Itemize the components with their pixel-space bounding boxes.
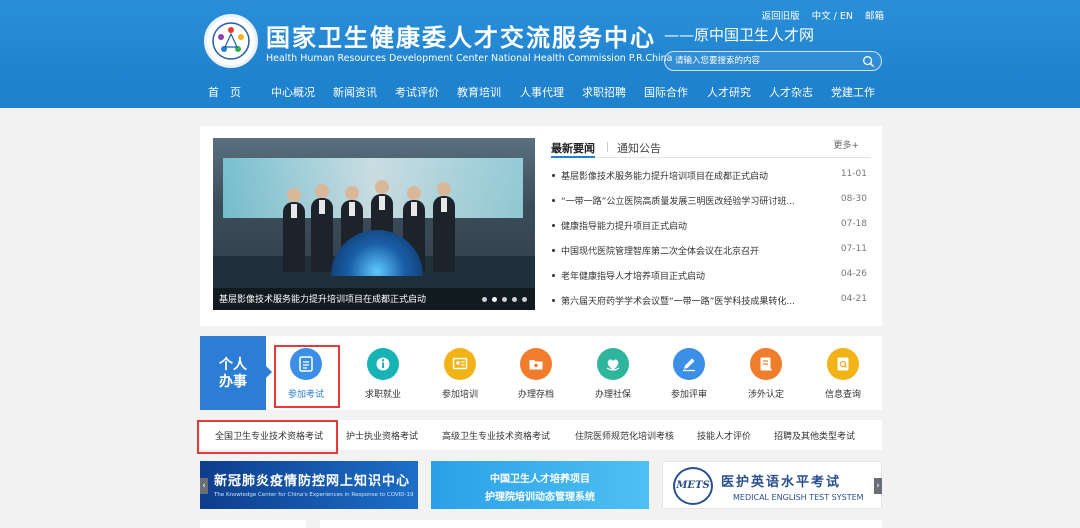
service-label: 参加培训 xyxy=(441,390,478,400)
tab-nurse-license-exam[interactable]: 护士执业资格考试 xyxy=(346,429,418,442)
mets-banner-title: 医护英语水平考试 xyxy=(721,475,842,490)
nav-about[interactable]: 中心概况 xyxy=(271,84,315,100)
mailbox-link[interactable]: 邮箱 xyxy=(865,8,884,22)
carousel-dot-active[interactable] xyxy=(492,297,497,302)
service-review[interactable]: 参加评审 xyxy=(659,348,719,408)
news-item[interactable]: 健康指导能力提升项目正式启动 07-18 xyxy=(551,219,871,233)
old-version-link[interactable]: 返回旧版 xyxy=(762,8,800,22)
person-figure xyxy=(311,184,333,272)
service-label: 求职就业 xyxy=(364,390,401,400)
person-figure xyxy=(433,182,455,272)
service-label: 参加考试 xyxy=(287,390,324,400)
service-label: 涉外认定 xyxy=(747,390,784,400)
person-figure xyxy=(283,188,305,272)
covid-banner-subtitle: The Knowledge Center for China's Experie… xyxy=(214,492,414,498)
tab-resident-training-exam[interactable]: 住院医师规范化培训考核 xyxy=(575,429,674,442)
carousel-dot[interactable] xyxy=(512,297,517,302)
news-panel: 最新要闻 通知公告 更多+ 基层影像技术服务能力提升培训项目在成都正式启动 11-… xyxy=(551,138,871,318)
service-label: 信息查询 xyxy=(824,390,861,400)
nursing-banner-line2: 护理院培训动态管理系统 xyxy=(485,492,595,503)
service-info-query[interactable]: 信息查询 xyxy=(813,348,873,408)
service-label: 办理存档 xyxy=(517,390,554,400)
mets-logo: METS xyxy=(673,467,713,505)
service-exams[interactable]: 参加考试 xyxy=(276,348,336,408)
lower-card-edge xyxy=(320,520,882,528)
carousel-caption-text: 基层影像技术服务能力提升培训项目在成都正式启动 xyxy=(219,295,427,305)
service-social-security[interactable]: 办理社保 xyxy=(583,348,643,408)
news-item[interactable]: 基层影像技术服务能力提升培训项目在成都正式启动 11-01 xyxy=(551,169,871,183)
search-input[interactable] xyxy=(675,54,855,68)
tab-recruitment-exams[interactable]: 招聘及其他类型考试 xyxy=(774,429,855,442)
nursing-training-banner[interactable]: 中国卫生人才培养项目 护理院培训动态管理系统 xyxy=(431,461,649,509)
site-header: 国家卫生健康委人才交流服务中心 Health Human Resources D… xyxy=(0,0,1080,108)
news-item[interactable]: “一带一路”公立医院高质量发展三明医改经验学习研讨班... 08-30 xyxy=(551,194,871,208)
site-title: 国家卫生健康委人才交流服务中心 xyxy=(266,24,656,52)
archive-icon xyxy=(520,348,552,380)
lower-card-edge xyxy=(200,520,306,528)
service-label: 办理社保 xyxy=(594,390,631,400)
tab-announcements[interactable]: 通知公告 xyxy=(617,140,661,156)
promo-prev-arrow[interactable]: ‹ xyxy=(200,478,208,494)
language-switch-link[interactable]: 中文 / EN xyxy=(812,8,853,22)
nav-news[interactable]: 新闻资讯 xyxy=(333,84,377,100)
service-label: 参加评审 xyxy=(670,390,707,400)
nav-international[interactable]: 国际合作 xyxy=(644,84,688,100)
news-item[interactable]: 第六届天府药学学术会议暨“一带一路”医学科技成果转化... 04-21 xyxy=(551,294,871,308)
social-security-icon xyxy=(597,348,629,380)
exam-icon xyxy=(290,348,322,380)
star-people-logo-icon xyxy=(212,22,250,60)
news-item[interactable]: 老年健康指导人才培养项目正式启动 04-26 xyxy=(551,269,871,283)
top-links: 返回旧版 中文 / EN 邮箱 xyxy=(762,8,884,22)
review-icon xyxy=(673,348,705,380)
main-card: 基层影像技术服务能力提升培训项目在成都正式启动 最新要闻 通知公告 更多+ 基层… xyxy=(200,126,882,326)
mets-banner[interactable]: METS 医护英语水平考试 MEDICAL ENGLISH TEST SYSTE… xyxy=(662,461,882,509)
personal-services: 个人 办事 参加考试 求职就业 参加培训 办理存档 办理社保 参加评审 涉外认定… xyxy=(200,336,882,410)
main-nav: 首 页 中心概况 新闻资讯 考试评价 教育培训 人事代理 求职招聘 国际合作 人… xyxy=(200,84,900,104)
tab-national-health-tech-exam[interactable]: 全国卫生专业技术资格考试 xyxy=(215,429,323,442)
carousel-dot[interactable] xyxy=(482,297,487,302)
search-box xyxy=(664,51,882,71)
service-archive[interactable]: 办理存档 xyxy=(506,348,566,408)
more-news-link[interactable]: 更多+ xyxy=(833,138,859,151)
nav-training[interactable]: 教育培训 xyxy=(457,84,501,100)
promo-next-arrow[interactable]: › xyxy=(874,478,882,494)
news-carousel[interactable]: 基层影像技术服务能力提升培训项目在成都正式启动 xyxy=(213,138,535,310)
search-icon[interactable] xyxy=(862,55,875,68)
covid-banner-title: 新冠肺炎疫情防控网上知识中心 xyxy=(214,474,411,489)
news-item[interactable]: 中国现代医院管理智库第二次全体会议在北京召开 07-11 xyxy=(551,244,871,258)
nav-personnel-agency[interactable]: 人事代理 xyxy=(520,84,564,100)
foreign-cert-icon xyxy=(750,348,782,380)
service-jobs[interactable]: 求职就业 xyxy=(353,348,413,408)
former-name: ——原中国卫生人才网 xyxy=(664,26,815,44)
nav-jobs[interactable]: 求职招聘 xyxy=(582,84,626,100)
nav-home[interactable]: 首 页 xyxy=(208,84,241,100)
training-icon xyxy=(444,348,476,380)
service-training[interactable]: 参加培训 xyxy=(430,348,490,408)
site-logo[interactable] xyxy=(204,14,258,68)
personal-affairs-label: 个人 办事 xyxy=(200,336,266,410)
personal-affairs-arrow xyxy=(266,366,272,378)
info-query-icon xyxy=(827,348,859,380)
covid-knowledge-banner[interactable]: 新冠肺炎疫情防控网上知识中心 The Knowledge Center for … xyxy=(200,461,418,509)
exam-category-tabs: 全国卫生专业技术资格考试 护士执业资格考试 高级卫生专业技术资格考试 住院医师规… xyxy=(200,420,882,450)
site-subtitle: Health Human Resources Development Cente… xyxy=(266,53,673,64)
nav-magazine[interactable]: 人才杂志 xyxy=(769,84,813,100)
nav-research[interactable]: 人才研究 xyxy=(707,84,751,100)
service-foreign-cert[interactable]: 涉外认定 xyxy=(736,348,796,408)
tab-latest-news[interactable]: 最新要闻 xyxy=(551,140,595,158)
tab-skill-evaluation[interactable]: 技能人才评价 xyxy=(697,429,751,442)
nav-exams[interactable]: 考试评价 xyxy=(395,84,439,100)
tab-separator xyxy=(607,142,608,152)
carousel-dot[interactable] xyxy=(502,297,507,302)
mets-banner-subtitle: MEDICAL ENGLISH TEST SYSTEM xyxy=(733,493,864,502)
tab-senior-health-tech-exam[interactable]: 高级卫生专业技术资格考试 xyxy=(442,429,550,442)
job-icon xyxy=(367,348,399,380)
nav-party-building[interactable]: 党建工作 xyxy=(831,84,875,100)
carousel-dots xyxy=(482,297,527,302)
carousel-dot[interactable] xyxy=(522,297,527,302)
news-tabs: 最新要闻 通知公告 更多+ xyxy=(551,138,871,158)
nursing-banner-line1: 中国卫生人才培养项目 xyxy=(490,474,590,485)
